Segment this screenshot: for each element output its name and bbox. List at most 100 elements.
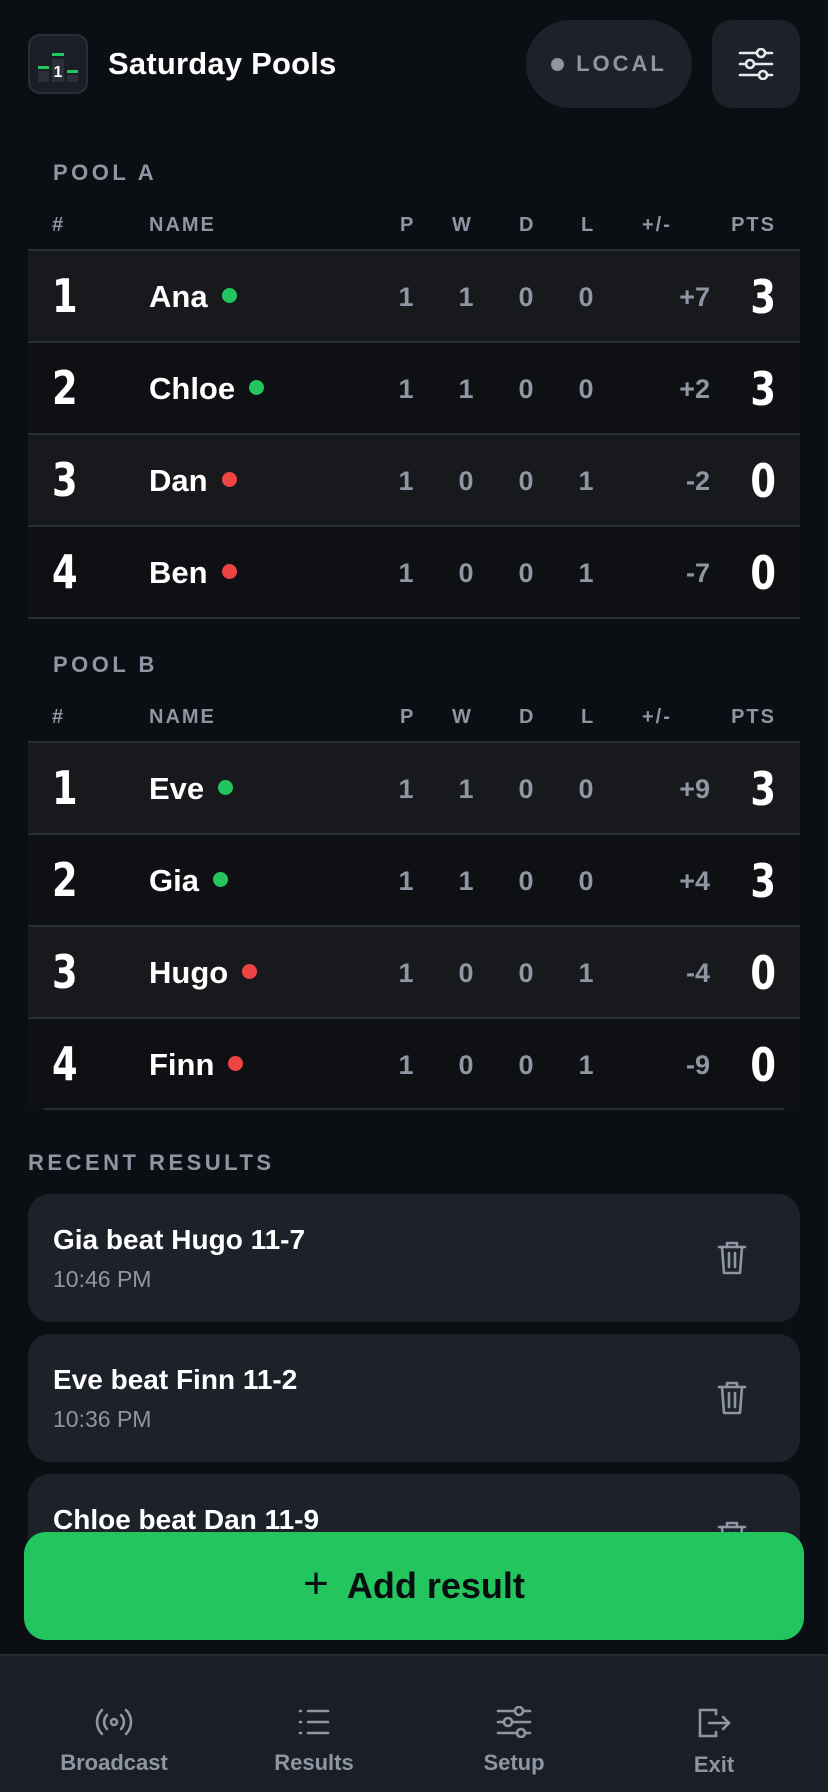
section-divider [44, 1108, 784, 1110]
rank: 1 [52, 761, 78, 815]
wins: 0 [458, 558, 474, 588]
wins: 1 [458, 282, 474, 312]
player-name: Eve [149, 743, 234, 835]
played: 1 [398, 558, 414, 588]
losses: 1 [578, 558, 594, 588]
player-name: Gia [149, 835, 228, 927]
broadcast-icon [95, 1708, 133, 1736]
played: 1 [398, 374, 414, 404]
trash-icon[interactable] [716, 1240, 748, 1276]
logo-number: 1 [54, 64, 63, 81]
draws: 0 [518, 866, 534, 896]
exit-icon [698, 1708, 731, 1738]
top-bar: 1 Saturday Pools LOCAL [28, 20, 800, 108]
points: 3 [750, 854, 776, 908]
rank: 3 [52, 945, 78, 999]
played: 1 [398, 1050, 414, 1080]
win-dot [221, 288, 237, 304]
played: 1 [398, 866, 414, 896]
col-w: W [452, 214, 473, 236]
losses: 0 [578, 282, 594, 312]
loss-dot [221, 472, 237, 488]
draws: 0 [518, 558, 534, 588]
played: 1 [398, 282, 414, 312]
played: 1 [398, 958, 414, 988]
point-diff: -7 [685, 558, 710, 588]
point-diff: -9 [685, 1050, 710, 1080]
add-result-button[interactable]: + Add result [24, 1532, 804, 1640]
nav-setup[interactable]: Setup [434, 1656, 594, 1792]
settings-button[interactable] [712, 20, 800, 108]
col-p: P [400, 214, 416, 236]
col-pts: PTS [731, 214, 776, 236]
draws: 0 [518, 774, 534, 804]
wins: 0 [458, 1050, 474, 1080]
points: 3 [750, 362, 776, 416]
wins: 1 [458, 866, 474, 896]
table-row[interactable]: 4 Ben 1 0 0 1 -7 0 [28, 525, 800, 617]
column-header: # NAME P W D L +/- PTS [28, 706, 800, 736]
point-diff: +4 [679, 866, 710, 896]
draws: 0 [518, 1050, 534, 1080]
played: 1 [398, 774, 414, 804]
table-row[interactable]: 2 Chloe 1 1 0 0 +2 3 [28, 341, 800, 433]
table-row[interactable]: 3 Dan 1 0 0 1 -2 0 [28, 433, 800, 525]
win-dot [249, 380, 265, 396]
losses: 0 [578, 866, 594, 896]
mode-toggle-button[interactable]: LOCAL [526, 20, 692, 108]
list-icon [298, 1709, 330, 1735]
point-diff: -4 [685, 958, 710, 988]
nav-label: Results [274, 1750, 354, 1775]
col-rank: # [52, 706, 66, 728]
result-text: Gia beat Hugo 11-7 [53, 1224, 306, 1255]
win-dot [218, 780, 234, 796]
player-name: Hugo [149, 927, 258, 1019]
app-title: Saturday Pools [108, 46, 337, 81]
point-diff: +2 [679, 374, 710, 404]
nav-exit[interactable]: Exit [634, 1656, 794, 1792]
points: 0 [750, 546, 776, 600]
rank: 2 [52, 853, 78, 907]
nav-results[interactable]: Results [234, 1656, 394, 1792]
trash-icon[interactable] [716, 1380, 748, 1416]
nav-broadcast[interactable]: Broadcast [34, 1656, 194, 1792]
col-l: L [581, 706, 596, 728]
wins: 0 [458, 958, 474, 988]
mode-label: LOCAL [576, 51, 667, 76]
rank: 3 [52, 453, 78, 507]
table-row[interactable]: 4 Finn 1 0 0 1 -9 0 [28, 1017, 800, 1109]
rank: 4 [52, 1037, 78, 1091]
table-row[interactable]: 1 Eve 1 1 0 0 +9 3 [28, 741, 800, 833]
app-logo: 1 [28, 34, 88, 94]
pool-title: POOL B [53, 652, 158, 677]
add-result-label: Add result [346, 1565, 525, 1606]
point-diff: +7 [679, 282, 710, 312]
played: 1 [398, 466, 414, 496]
wins: 0 [458, 466, 474, 496]
recent-results-title: RECENT RESULTS [28, 1150, 275, 1175]
win-dot [212, 872, 228, 888]
loss-dot [221, 564, 237, 580]
sliders-icon [496, 1706, 532, 1738]
column-header: # NAME P W D L +/- PTS [28, 214, 800, 244]
losses: 0 [578, 774, 594, 804]
result-time: 10:46 PM [53, 1266, 152, 1292]
points: 0 [750, 1038, 776, 1092]
result-card[interactable]: Eve beat Finn 11-2 10:36 PM [28, 1334, 800, 1462]
player-name: Dan [149, 435, 237, 527]
plus-icon: + [303, 1559, 329, 1608]
loss-dot [228, 1056, 244, 1072]
player-name: Ana [149, 251, 237, 343]
sliders-icon [738, 48, 774, 80]
col-d: D [519, 706, 536, 728]
table-row[interactable]: 3 Hugo 1 0 0 1 -4 0 [28, 925, 800, 1017]
draws: 0 [518, 374, 534, 404]
table-row[interactable]: 1 Ana 1 1 0 0 +7 3 [28, 249, 800, 341]
points: 3 [750, 762, 776, 816]
player-name: Finn [149, 1019, 244, 1111]
point-diff: -2 [685, 466, 710, 496]
pool-title: POOL A [53, 160, 158, 185]
col-w: W [452, 706, 473, 728]
table-row[interactable]: 2 Gia 1 1 0 0 +4 3 [28, 833, 800, 925]
result-card[interactable]: Gia beat Hugo 11-7 10:46 PM [28, 1194, 800, 1322]
